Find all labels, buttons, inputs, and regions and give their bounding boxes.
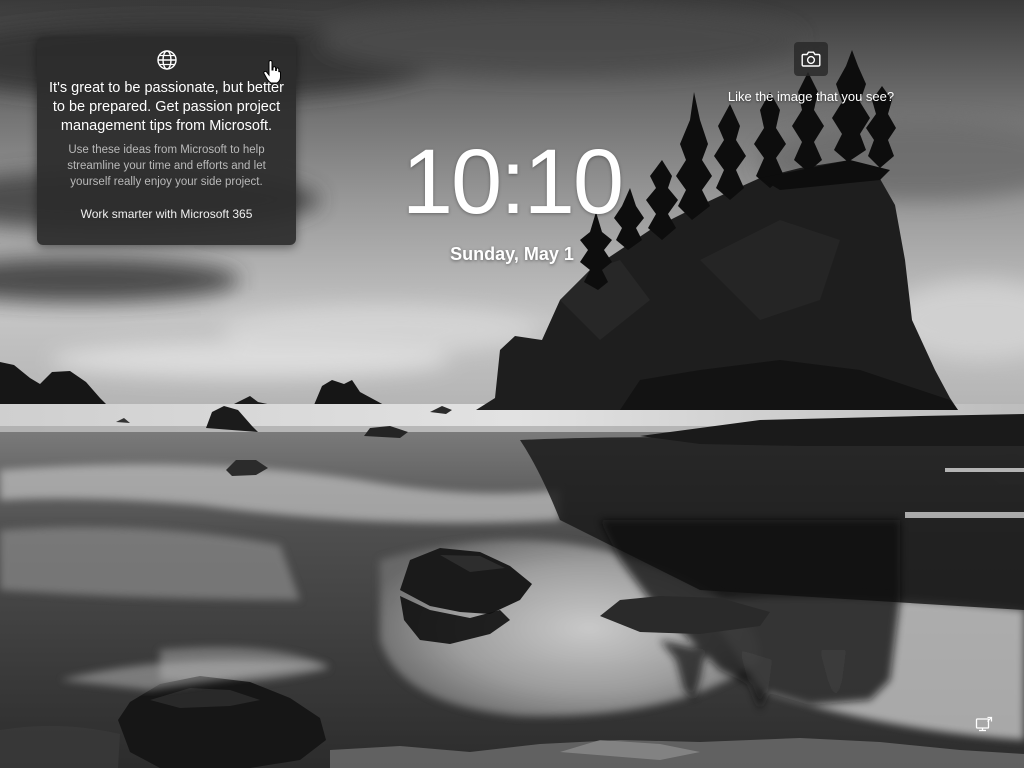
- spotlight-headline: It's great to be passionate, but better …: [49, 80, 284, 134]
- spotlight-info-card[interactable]: It's great to be passionate, but better …: [37, 37, 296, 245]
- spotlight-body: Use these ideas from Microsoft to help s…: [67, 144, 266, 188]
- network-icon[interactable]: [975, 716, 993, 734]
- lock-screen-clock: 10:10: [401, 131, 624, 233]
- hand-pointer-icon: [263, 60, 281, 84]
- lock-screen-date: Sunday, May 1: [450, 244, 574, 264]
- like-image-camera-button[interactable]: [794, 42, 828, 76]
- globe-icon: [156, 50, 177, 70]
- spotlight-cta-link[interactable]: Work smarter with Microsoft 365: [37, 206, 296, 222]
- camera-icon: [801, 51, 821, 67]
- lock-screen[interactable]: It's great to be passionate, but better …: [0, 0, 1024, 768]
- like-image-prompt[interactable]: Like the image that you see?: [700, 89, 922, 104]
